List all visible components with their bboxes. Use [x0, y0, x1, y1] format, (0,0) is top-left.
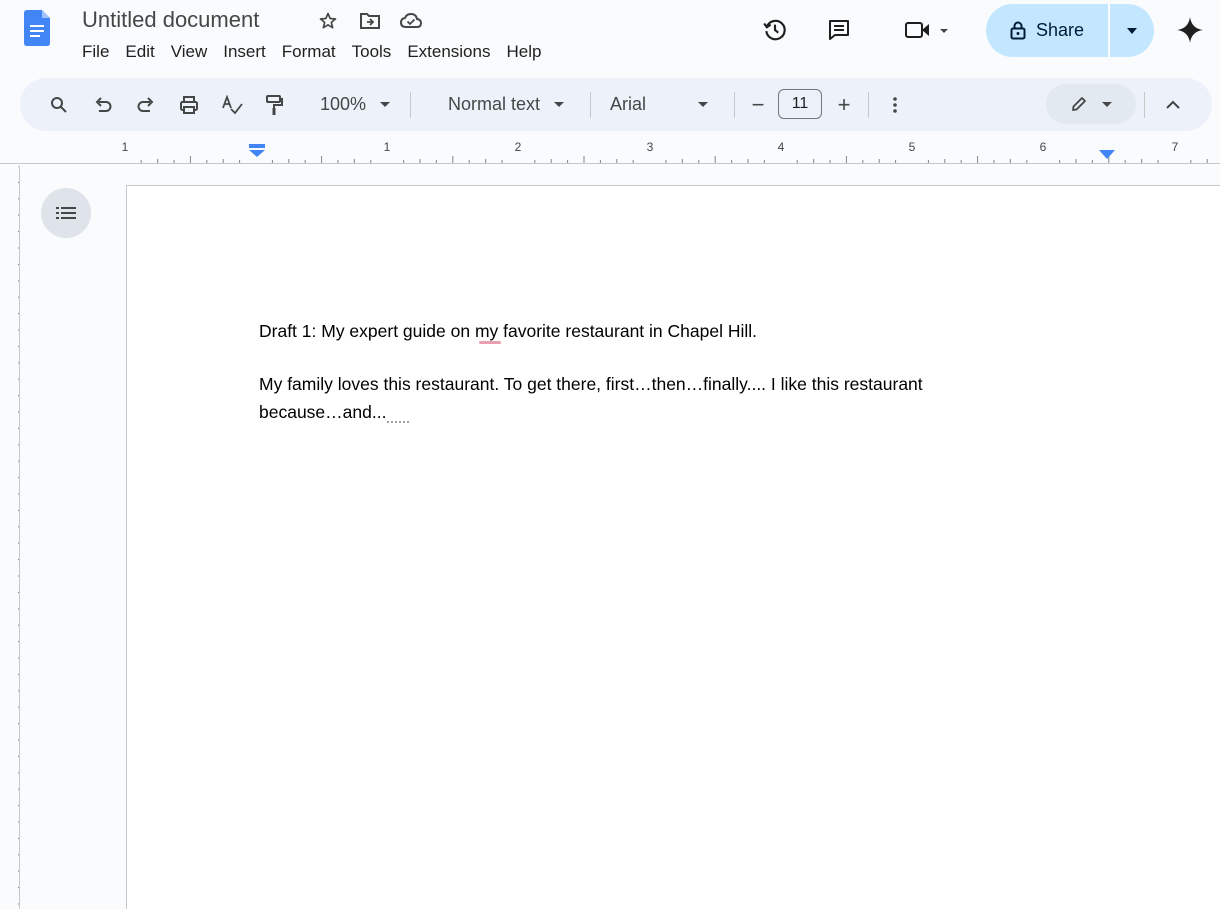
document-body-line[interactable]: because…and... [259, 401, 386, 423]
paragraph-style-value: Normal text [447, 94, 541, 114]
paint-format-icon[interactable] [261, 78, 287, 131]
chevron-down-icon [1102, 101, 1112, 107]
menu-extensions[interactable]: Extensions [399, 40, 498, 64]
left-indent-marker-icon[interactable] [248, 144, 266, 158]
version-history-icon[interactable] [759, 14, 791, 46]
menu-edit[interactable]: Edit [117, 40, 162, 64]
chevron-down-icon [380, 102, 391, 107]
font-select[interactable]: Arial [610, 78, 726, 131]
menu-tools[interactable]: Tools [344, 40, 400, 64]
ruler-number: 7 [1171, 140, 1179, 154]
more-options-icon[interactable] [884, 78, 906, 131]
list-icon [56, 207, 76, 219]
move-to-folder-icon[interactable] [358, 9, 382, 33]
menu-help[interactable]: Help [498, 40, 549, 64]
chevron-down-icon [698, 102, 709, 107]
star-icon[interactable] [316, 9, 340, 33]
print-icon[interactable] [176, 78, 202, 131]
ruler-number: 1 [121, 140, 129, 154]
redo-icon[interactable] [133, 78, 159, 131]
grammar-underline[interactable] [387, 421, 409, 423]
search-menus-icon[interactable] [46, 78, 72, 131]
cloud-saved-icon[interactable] [399, 9, 423, 33]
google-docs-icon[interactable] [24, 10, 50, 46]
undo-icon[interactable] [90, 78, 116, 131]
ruler-number: 1 [383, 140, 391, 154]
menu-bar: File Edit View Insert Format Tools Exten… [74, 40, 549, 64]
ruler-number: 5 [908, 140, 916, 154]
ruler-number: 2 [514, 140, 522, 154]
gemini-sparkle-icon[interactable] [1174, 14, 1206, 46]
lock-icon [1010, 21, 1026, 40]
menu-file[interactable]: File [74, 40, 117, 64]
spellcheck-icon[interactable] [219, 78, 245, 131]
hide-menus-icon[interactable] [1160, 78, 1186, 131]
title-bar: Untitled document File Edit View Insert … [0, 0, 1220, 74]
ruler-baseline [0, 163, 1220, 164]
vertical-ruler [18, 166, 20, 909]
comments-icon[interactable] [823, 14, 855, 46]
menu-view[interactable]: View [163, 40, 216, 64]
font-size-input[interactable]: 11 [778, 89, 822, 119]
share-group: Share [986, 4, 1154, 57]
decrease-font-size-button[interactable]: − [746, 78, 770, 131]
document-outline-button[interactable] [41, 188, 91, 238]
increase-font-size-button[interactable]: + [832, 78, 856, 131]
document-title[interactable]: Untitled document [82, 6, 259, 34]
ruler-number: 6 [1039, 140, 1047, 154]
document-body-line[interactable]: My family loves this restaurant. To get … [259, 373, 923, 395]
horizontal-ruler[interactable]: 1 1 2 3 4 5 6 7 [0, 140, 1220, 166]
menu-insert[interactable]: Insert [215, 40, 274, 64]
share-label: Share [1035, 20, 1085, 40]
pencil-icon [1070, 95, 1088, 113]
paragraph-style-select[interactable]: Normal text [428, 78, 584, 131]
share-dropdown-button[interactable] [1110, 4, 1154, 57]
font-value: Arial [610, 94, 647, 114]
zoom-select[interactable]: 100% [310, 78, 400, 131]
editing-mode-button[interactable] [1046, 84, 1136, 124]
toolbar: 100% Normal text Arial − 11 + [20, 78, 1212, 131]
toolbar-divider [868, 92, 869, 118]
ruler-number: 4 [777, 140, 785, 154]
share-button[interactable]: Share [986, 4, 1108, 57]
spelling-underline[interactable] [479, 341, 501, 344]
document-heading-line[interactable]: Draft 1: My expert guide on my favorite … [259, 320, 757, 342]
toolbar-divider [410, 92, 411, 118]
document-page[interactable]: Draft 1: My expert guide on my favorite … [126, 185, 1220, 909]
meet-video-icon[interactable] [898, 14, 958, 46]
ruler-number: 3 [646, 140, 654, 154]
zoom-value: 100% [319, 94, 367, 114]
chevron-down-icon [1127, 27, 1137, 34]
toolbar-divider [590, 92, 591, 118]
chevron-down-icon [554, 102, 565, 107]
right-indent-marker-icon[interactable] [1099, 150, 1115, 160]
toolbar-divider [1144, 92, 1145, 118]
menu-format[interactable]: Format [274, 40, 344, 64]
toolbar-divider [734, 92, 735, 118]
